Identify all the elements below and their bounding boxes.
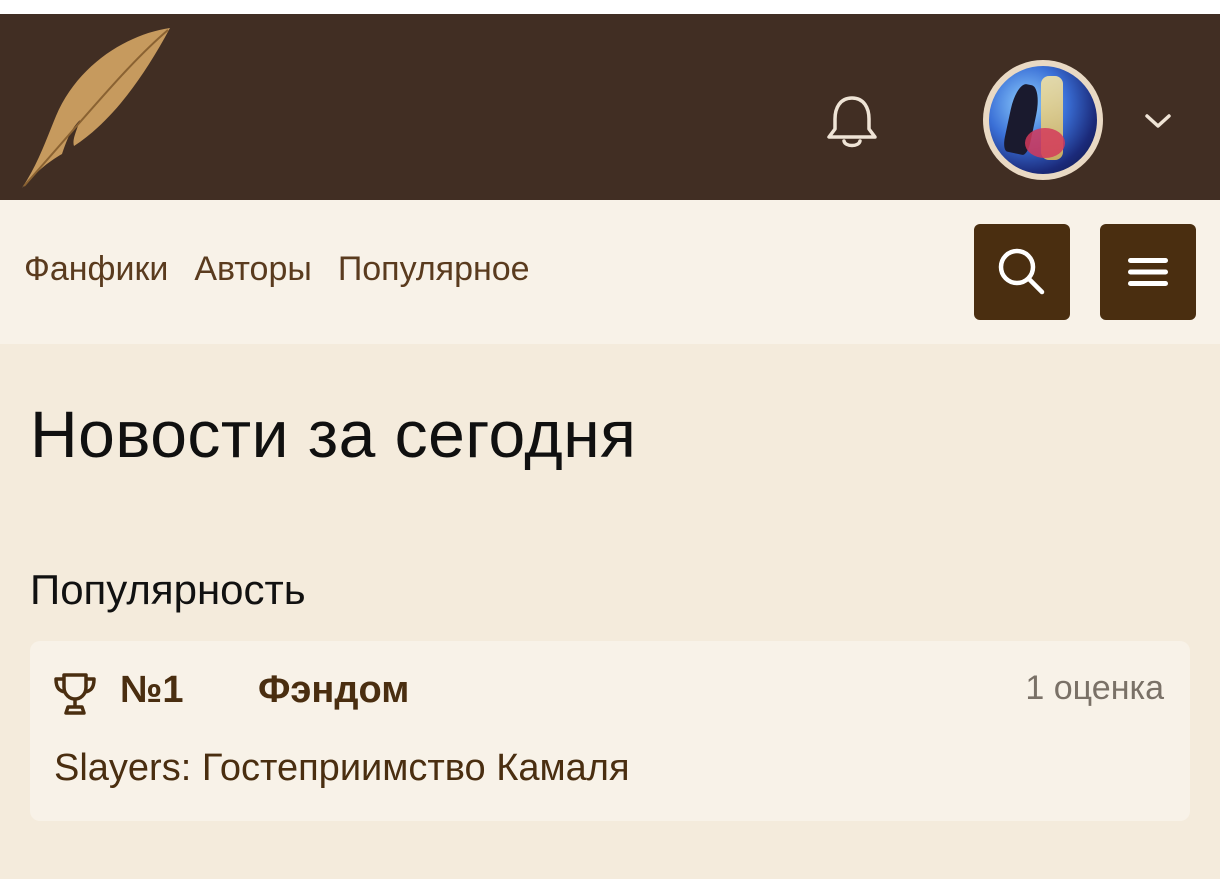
page-title: Новости за сегодня [30, 397, 637, 471]
nav-link-authors[interactable]: Авторы [194, 250, 311, 289]
nav-link-popular[interactable]: Популярное [338, 250, 530, 289]
avatar-image [989, 66, 1097, 174]
top-strip [0, 0, 1220, 14]
menu-button[interactable] [1100, 224, 1196, 320]
main-content: Новости за сегодня Популярность №1 Фэндо… [0, 344, 1220, 879]
search-button[interactable] [974, 224, 1070, 320]
popular-card[interactable]: №1 Фэндом 1 оценка Slayers: Гостеприимст… [30, 641, 1190, 821]
search-icon [998, 248, 1045, 295]
hamburger-menu-icon [1128, 258, 1168, 286]
work-title-link[interactable]: Slayers: Гостеприимство Камаля [54, 747, 630, 790]
bell-icon[interactable] [822, 92, 882, 152]
user-avatar[interactable] [983, 60, 1103, 180]
feather-quill-icon[interactable] [18, 24, 178, 190]
trophy-icon [52, 671, 98, 717]
nav-link-fanfics[interactable]: Фанфики [24, 250, 168, 289]
nav-links: Фанфики Авторы Популярное [24, 250, 530, 289]
section-title-popularity: Популярность [30, 566, 306, 613]
main-nav: Фанфики Авторы Популярное [0, 200, 1220, 344]
site-header [0, 14, 1220, 200]
rating-count: 1 оценка [1025, 669, 1164, 707]
chevron-down-icon[interactable] [1138, 104, 1178, 138]
rank-label: №1 [120, 669, 184, 711]
fandom-label[interactable]: Фэндом [258, 669, 409, 712]
